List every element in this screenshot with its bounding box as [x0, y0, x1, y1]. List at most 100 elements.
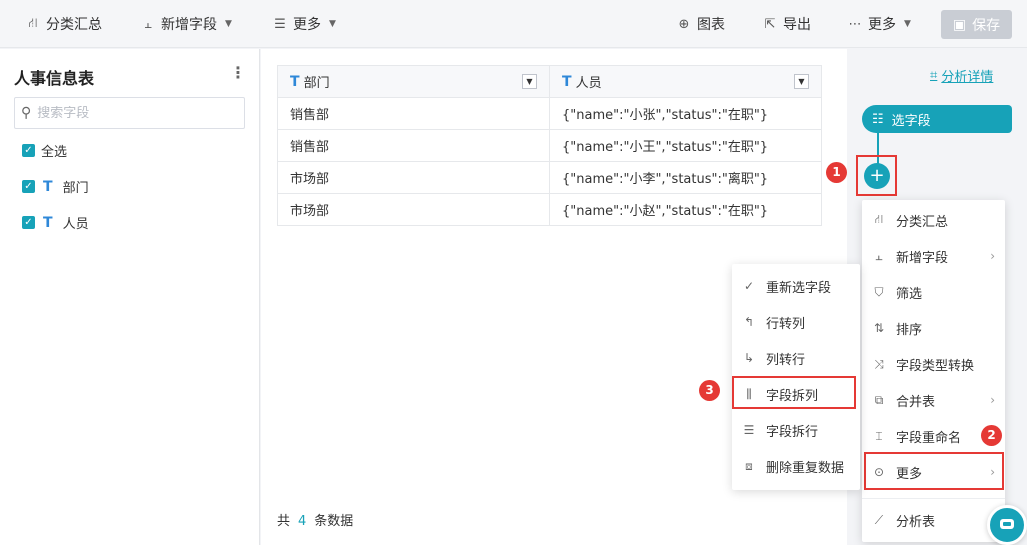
field-label: 人员 [62, 217, 89, 232]
text-type-icon: T [43, 178, 53, 195]
table-cell: {"name":"小王","status":"在职"} [549, 129, 822, 162]
table-row: 市场部 {"name":"小李","status":"离职"} [277, 161, 822, 194]
chart-label: 图表 [697, 17, 725, 33]
table-row: 市场部 {"name":"小赵","status":"在职"} [277, 193, 822, 226]
highlight-box-2 [864, 452, 1004, 490]
add-column-icon: ⫠ [875, 248, 883, 263]
chevron-right-icon: › [990, 393, 995, 407]
menu-item-sort[interactable]: ⇅ 排序 [862, 310, 1005, 346]
submenu-item-dedupe[interactable]: ⧈ 删除重复数据 [732, 448, 860, 484]
more-label: 更多 [293, 17, 321, 33]
save-icon: ▣ [952, 16, 967, 33]
menu-label: 筛选 [896, 286, 923, 302]
analysis-link-label: 分析详情 [941, 70, 994, 85]
group-summary-button[interactable]: ⛙ 分类汇总 [26, 0, 102, 48]
menu-label: 排序 [896, 322, 923, 338]
menu-label: 合并表 [896, 394, 936, 410]
count-value: 4 [298, 514, 307, 529]
menu-label: 字段拆行 [766, 424, 819, 440]
submenu-item-col-to-row[interactable]: ↳ 列转行 [732, 340, 860, 376]
menu-label: 分类汇总 [896, 214, 949, 230]
field-label: 部门 [62, 181, 89, 196]
field-item-person[interactable]: ✓ T 人员 [22, 213, 89, 232]
menu-item-type-convert[interactable]: ⤨ 字段类型转换 [862, 346, 1005, 382]
filter-icon: ⛉ [874, 284, 884, 299]
menu-item-analysis-table[interactable]: ⟋ 分析表 [862, 502, 1005, 538]
menu-label: 字段重命名 [896, 430, 962, 446]
row-to-column-icon: ↰ [743, 315, 755, 329]
data-table: T 部门 ▼ T 人员 ▼ 销售部 {"name":"小张","status":"在… [277, 65, 822, 226]
check-icon: ✓ [22, 216, 35, 229]
save-button[interactable]: ▣ 保存 [941, 10, 1012, 39]
check-circle-icon: ✓ [743, 279, 755, 293]
add-column-icon: ⫠ [144, 16, 152, 32]
line-chart-icon: ⟋ [874, 512, 884, 527]
caret-down-icon: ▼ [329, 19, 336, 29]
menu-item-merge-table[interactable]: ⧉ 合并表 › [862, 382, 1005, 418]
field-search[interactable]: ⚲ [14, 97, 245, 129]
dedupe-icon: ⧈ [745, 458, 753, 473]
menu-label: 重新选字段 [766, 280, 832, 296]
vertical-dots-icon[interactable]: ⋮ [230, 63, 246, 82]
count-suffix: 条数据 [314, 514, 354, 529]
menu-item-filter[interactable]: ⛉ 筛选 [862, 274, 1005, 310]
select-field-node[interactable]: ☷ 选字段 [862, 105, 1012, 133]
table-title: 人事信息表 [14, 69, 95, 88]
search-icon: ⚲ [21, 105, 32, 121]
table-cell: 销售部 [277, 97, 550, 130]
more-menu-button[interactable]: ☰ 更多 ▼ [273, 0, 336, 48]
menu-label: 分析表 [896, 514, 936, 530]
more-right-label: 更多 [868, 17, 896, 33]
analysis-detail-link[interactable]: ⌗ 分析详情 [930, 66, 993, 85]
submenu-item-split-row[interactable]: ☰ 字段拆行 [732, 412, 860, 448]
highlight-box-1: + [856, 155, 897, 196]
menu-item-add-field[interactable]: ⫠ 新增字段 › [862, 238, 1005, 274]
highlight-box-3 [732, 376, 856, 409]
dropdown-icon[interactable]: ▼ [522, 74, 537, 89]
table-row: 销售部 {"name":"小王","status":"在职"} [277, 129, 822, 162]
text-type-icon: T [43, 214, 53, 231]
submenu-item-reselect[interactable]: ✓ 重新选字段 [732, 268, 860, 304]
header-label: 部门 [303, 76, 330, 91]
menu-item-group[interactable]: ⛙ 分类汇总 [862, 202, 1005, 238]
hierarchy-icon: ⛙ [874, 212, 884, 226]
node-label: 选字段 [891, 113, 931, 129]
text-type-icon: T [290, 73, 300, 90]
table-row: 销售部 {"name":"小张","status":"在职"} [277, 97, 822, 130]
sort-icon: ⇅ [873, 321, 885, 335]
save-label: 保存 [972, 17, 1001, 34]
table-cell: 销售部 [277, 129, 550, 162]
column-header[interactable]: T 人员 ▼ [549, 65, 822, 98]
search-input[interactable] [37, 105, 228, 121]
export-label: 导出 [783, 17, 811, 33]
dropdown-icon[interactable]: ▼ [794, 74, 809, 89]
add-field-label: 新增字段 [161, 17, 217, 33]
chevron-right-icon: › [990, 249, 995, 263]
chat-help-button[interactable] [987, 505, 1027, 545]
rename-icon: ⌶ [875, 428, 883, 443]
submenu-item-row-to-col[interactable]: ↰ 行转列 [732, 304, 860, 340]
field-panel: 人事信息表 ⋮ ⚲ ✓ 全选 ✓ T 部门 ✓ T 人员 [0, 49, 260, 545]
column-header[interactable]: T 部门 ▼ [277, 65, 550, 98]
hierarchy-icon: ⛙ [28, 15, 38, 31]
menu-label: 删除重复数据 [766, 460, 845, 476]
step-badge-3: 3 [699, 380, 720, 401]
header-label: 人员 [575, 76, 602, 91]
menu-label: 行转列 [766, 316, 806, 332]
export-button[interactable]: ⇱ 导出 [763, 0, 811, 48]
step-badge-1: 1 [826, 162, 847, 183]
menu-label: 新增字段 [896, 250, 949, 266]
add-field-button[interactable]: ⫠ 新增字段 ▼ [141, 0, 232, 48]
check-icon: ✓ [22, 180, 35, 193]
add-step-button[interactable]: + [864, 163, 890, 189]
chat-icon [1000, 519, 1014, 529]
count-prefix: 共 [277, 514, 291, 529]
chart-button[interactable]: ⊕ 图表 [677, 0, 725, 48]
field-item-department[interactable]: ✓ T 部门 [22, 177, 89, 196]
check-icon: ✓ [22, 144, 35, 157]
select-all-label: 全选 [41, 145, 68, 160]
more-right-button[interactable]: ⋯ 更多 ▼ [848, 0, 911, 48]
table-cell: {"name":"小李","status":"离职"} [549, 161, 822, 194]
menu-divider [862, 498, 1005, 499]
select-all-checkbox[interactable]: ✓ 全选 [22, 141, 67, 160]
